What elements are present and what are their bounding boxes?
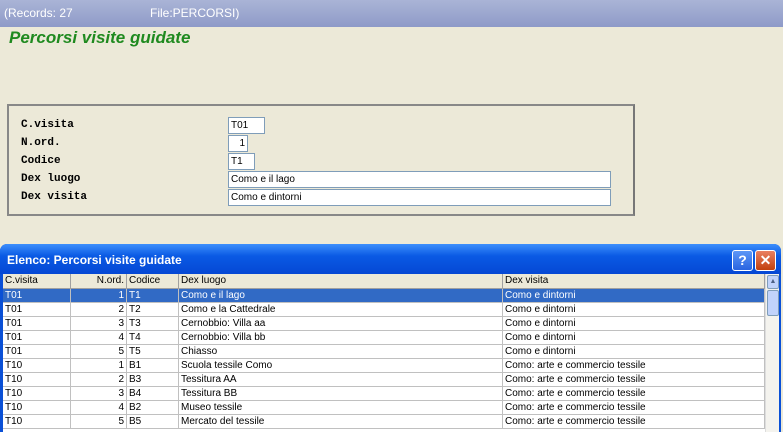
cell-n-ord: 1 bbox=[71, 359, 127, 373]
dex-visita-field[interactable]: Como e dintorni bbox=[228, 189, 611, 206]
cell-n-ord: 2 bbox=[71, 373, 127, 387]
cell-dex-visita: Como: arte e commercio tessile bbox=[503, 373, 765, 387]
cell-dex-luogo: Mercato del tessile bbox=[179, 415, 503, 429]
list-dialog: Elenco: Percorsi visite guidate ? ✕ C.vi… bbox=[0, 244, 781, 432]
record-form: C.visita T01 N.ord. 1 Codice T1 Dex luog… bbox=[7, 104, 635, 216]
cell-codice: T3 bbox=[127, 317, 179, 331]
codice-label: Codice bbox=[21, 155, 61, 167]
dex-luogo-field[interactable]: Como e il lago bbox=[228, 171, 611, 188]
cell-c-visita: T01 bbox=[3, 331, 71, 345]
cell-dex-luogo: Como e la Cattedrale bbox=[179, 303, 503, 317]
table-row[interactable]: T01 1 T1 Como e il lago Como e dintorni bbox=[3, 289, 765, 303]
table-row[interactable]: T01 2 T2 Como e la Cattedrale Como e dintorn… bbox=[3, 303, 765, 317]
cell-codice: B5 bbox=[127, 415, 179, 429]
close-button[interactable]: ✕ bbox=[755, 250, 776, 271]
cell-c-visita: T10 bbox=[3, 415, 71, 429]
column-header-dex-luogo[interactable]: Dex luogo bbox=[179, 274, 503, 289]
records-grid: C.visita N.ord. Codice Dex luogo Dex vis… bbox=[3, 274, 779, 432]
cell-dex-luogo: Tessitura AA bbox=[179, 373, 503, 387]
column-header-c-visita[interactable]: C.visita bbox=[3, 274, 71, 289]
column-header-n-ord[interactable]: N.ord. bbox=[71, 274, 127, 289]
cell-c-visita: T01 bbox=[3, 345, 71, 359]
n-ord-field[interactable]: 1 bbox=[228, 135, 248, 152]
cell-dex-luogo: Cernobbio: Villa bb bbox=[179, 331, 503, 345]
c-visita-label: C.visita bbox=[21, 119, 74, 131]
table-row[interactable]: T01 4 T4 Cernobbio: Villa bb Como e dintorni bbox=[3, 331, 765, 345]
codice-field[interactable]: T1 bbox=[228, 153, 255, 170]
table-row[interactable]: T10 5 B5 Mercato del tessile Como: arte e co… bbox=[3, 415, 765, 429]
table-row[interactable]: T10 2 B3 Tessitura AA Como: arte e commercio… bbox=[3, 373, 765, 387]
cell-dex-visita: Como e dintorni bbox=[503, 345, 765, 359]
cell-dex-visita: Como e dintorni bbox=[503, 289, 765, 303]
cell-codice: B4 bbox=[127, 387, 179, 401]
table-row[interactable]: T01 5 T5 Chiasso Como e dintorni bbox=[3, 345, 765, 359]
scroll-thumb[interactable] bbox=[767, 290, 779, 316]
file-name: File:PERCORSI) bbox=[150, 6, 240, 20]
table-row[interactable]: T10 1 B1 Scuola tessile Como Como: arte e co… bbox=[3, 359, 765, 373]
cell-dex-visita: Como: arte e commercio tessile bbox=[503, 359, 765, 373]
scroll-up-arrow-icon[interactable]: ▲ bbox=[767, 275, 779, 289]
cell-codice: T5 bbox=[127, 345, 179, 359]
cell-n-ord: 1 bbox=[71, 289, 127, 303]
cell-dex-visita: Como: arte e commercio tessile bbox=[503, 387, 765, 401]
help-button[interactable]: ? bbox=[732, 250, 753, 271]
cell-n-ord: 4 bbox=[71, 401, 127, 415]
table-row[interactable]: T10 4 B2 Museo tessile Como: arte e commerci… bbox=[3, 401, 765, 415]
cell-c-visita: T01 bbox=[3, 303, 71, 317]
cell-dex-visita: Como e dintorni bbox=[503, 303, 765, 317]
cell-dex-luogo: Como e il lago bbox=[179, 289, 503, 303]
column-header-dex-visita[interactable]: Dex visita bbox=[503, 274, 765, 289]
app-title-bar: (Records: 27 File:PERCORSI) bbox=[0, 0, 783, 27]
cell-dex-luogo: Tessitura BB bbox=[179, 387, 503, 401]
cell-c-visita: T10 bbox=[3, 387, 71, 401]
n-ord-label: N.ord. bbox=[21, 137, 61, 149]
cell-dex-luogo: Chiasso bbox=[179, 345, 503, 359]
dex-visita-label: Dex visita bbox=[21, 191, 88, 203]
cell-codice: B2 bbox=[127, 401, 179, 415]
table-row[interactable]: T01 3 T3 Cernobbio: Villa aa Como e dintorni bbox=[3, 317, 765, 331]
cell-c-visita: T10 bbox=[3, 401, 71, 415]
cell-dex-visita: Como: arte e commercio tessile bbox=[503, 401, 765, 415]
cell-c-visita: T01 bbox=[3, 289, 71, 303]
dex-luogo-label: Dex luogo bbox=[21, 173, 81, 185]
cell-n-ord: 2 bbox=[71, 303, 127, 317]
cell-c-visita: T10 bbox=[3, 359, 71, 373]
column-header-codice[interactable]: Codice bbox=[127, 274, 179, 289]
cell-n-ord: 5 bbox=[71, 415, 127, 429]
cell-codice: B1 bbox=[127, 359, 179, 373]
cell-dex-visita: Como: arte e commercio tessile bbox=[503, 415, 765, 429]
records-count: (Records: 27 bbox=[4, 6, 73, 20]
table-row[interactable]: T10 3 B4 Tessitura BB Como: arte e commercio… bbox=[3, 387, 765, 401]
cell-c-visita: T10 bbox=[3, 373, 71, 387]
cell-n-ord: 3 bbox=[71, 317, 127, 331]
dialog-title: Elenco: Percorsi visite guidate bbox=[7, 253, 182, 267]
cell-n-ord: 5 bbox=[71, 345, 127, 359]
vertical-scrollbar[interactable]: ▲ bbox=[765, 274, 779, 432]
cell-codice: T4 bbox=[127, 331, 179, 345]
cell-dex-visita: Como e dintorni bbox=[503, 331, 765, 345]
page-title: Percorsi visite guidate bbox=[9, 28, 191, 47]
c-visita-field[interactable]: T01 bbox=[228, 117, 265, 134]
cell-dex-visita: Como e dintorni bbox=[503, 317, 765, 331]
cell-dex-luogo: Museo tessile bbox=[179, 401, 503, 415]
cell-codice: B3 bbox=[127, 373, 179, 387]
cell-dex-luogo: Scuola tessile Como bbox=[179, 359, 503, 373]
cell-dex-luogo: Cernobbio: Villa aa bbox=[179, 317, 503, 331]
cell-n-ord: 4 bbox=[71, 331, 127, 345]
dialog-title-bar[interactable]: Elenco: Percorsi visite guidate ? ✕ bbox=[0, 244, 781, 274]
cell-codice: T2 bbox=[127, 303, 179, 317]
cell-c-visita: T01 bbox=[3, 317, 71, 331]
cell-n-ord: 3 bbox=[71, 387, 127, 401]
cell-codice: T1 bbox=[127, 289, 179, 303]
